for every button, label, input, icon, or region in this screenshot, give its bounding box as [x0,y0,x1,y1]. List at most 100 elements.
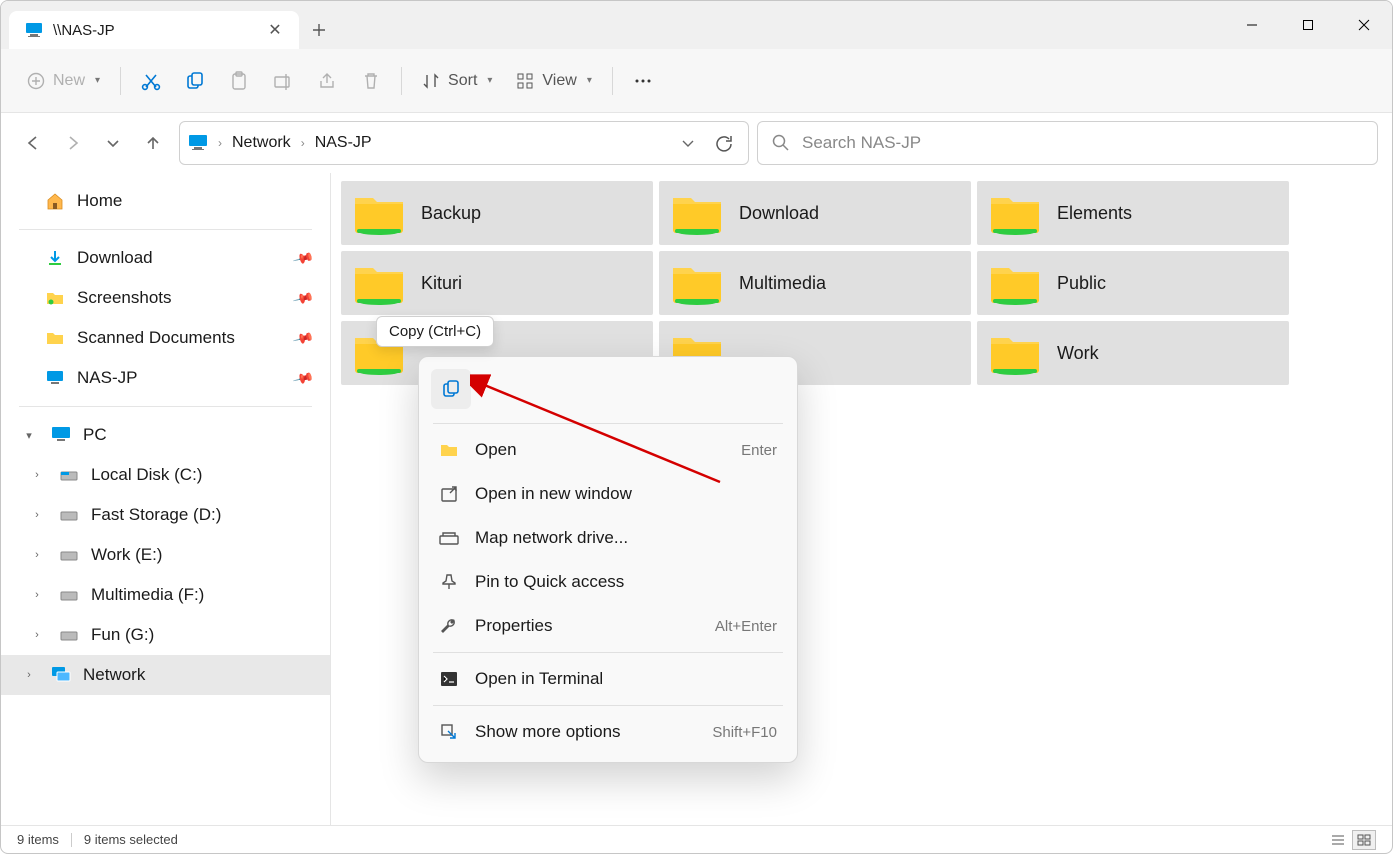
address-bar[interactable]: › Network › NAS-JP [179,121,749,165]
context-item-pin[interactable]: Pin to Quick access [425,560,791,604]
separator [433,705,783,706]
share-button[interactable] [307,61,347,101]
sidebar-item-nasjp[interactable]: NAS-JP 📌 [1,358,330,398]
status-bar: 9 items 9 items selected [1,825,1392,853]
up-button[interactable] [135,125,171,161]
minimize-button[interactable] [1224,1,1280,49]
monitor-icon [25,22,43,38]
chevron-down-icon: ▾ [95,75,100,86]
folder-item[interactable]: Download [659,181,971,245]
sidebar-item-drive-c[interactable]: › Local Disk (C:) [1,455,330,495]
sidebar-item-label: Home [77,191,122,211]
separator [433,423,783,424]
copy-button[interactable] [175,61,215,101]
sidebar-item-label: NAS-JP [77,368,137,388]
refresh-button[interactable] [708,127,740,159]
chevron-right-icon: › [27,549,47,561]
trash-icon [361,71,381,91]
chevron-right-icon: › [27,509,47,521]
search-input[interactable] [802,133,1363,153]
sort-icon [422,72,440,90]
delete-button[interactable] [351,61,391,101]
folder-grid: Backup Download Elements Kituri Multimedia Pu… [341,181,1382,385]
folder-item[interactable]: Kituri [341,251,653,315]
folder-item[interactable]: Work [977,321,1289,385]
sidebar-item-drive-g[interactable]: › Fun (G:) [1,615,330,655]
sidebar-item-screenshots[interactable]: Screenshots 📌 [1,278,330,318]
paste-button[interactable] [219,61,259,101]
map-drive-icon [439,528,459,548]
sidebar-item-label: PC [83,425,107,445]
pin-icon: 📌 [291,366,315,389]
sidebar-item-drive-e[interactable]: › Work (E:) [1,535,330,575]
breadcrumb-nasjp[interactable]: NAS-JP [315,134,372,152]
context-copy-button[interactable] [431,369,471,409]
monitor-icon [188,134,208,152]
context-item-properties[interactable]: Properties Alt+Enter [425,604,791,648]
context-item-open-new-window[interactable]: Open in new window [425,472,791,516]
new-button[interactable]: New ▾ [17,61,110,101]
sidebar-item-label: Work (E:) [91,545,162,565]
folder-icon [439,440,459,460]
sidebar-item-drive-f[interactable]: › Multimedia (F:) [1,575,330,615]
sidebar-item-label: Download [77,248,153,268]
pin-icon: 📌 [291,326,315,349]
chevron-right-icon: › [19,669,39,681]
folder-label: Public [1057,273,1106,294]
chevron-down-icon: ▾ [19,429,39,442]
sidebar-item-scanned[interactable]: Scanned Documents 📌 [1,318,330,358]
context-item-more[interactable]: Show more options Shift+F10 [425,710,791,754]
details-view-button[interactable] [1326,830,1350,850]
copy-tooltip: Copy (Ctrl+C) [376,316,494,347]
monitor-icon [51,425,71,445]
network-icon [51,665,71,685]
copy-icon [441,379,461,399]
tab-close-button[interactable]: ✕ [263,18,287,42]
icons-view-button[interactable] [1352,830,1376,850]
monitor-icon [45,368,65,388]
share-icon [317,71,337,91]
sidebar-item-label: Fun (G:) [91,625,154,645]
recent-button[interactable] [95,125,131,161]
folder-label: Multimedia [739,273,826,294]
sidebar-item-pc[interactable]: ▾ PC [1,415,330,455]
terminal-icon [439,669,459,689]
breadcrumb-network[interactable]: Network [232,134,291,152]
folder-item[interactable]: Elements [977,181,1289,245]
maximize-button[interactable] [1280,1,1336,49]
sidebar-item-home[interactable]: Home [1,181,330,221]
view-button[interactable]: View ▾ [506,61,601,101]
sidebar-item-network[interactable]: › Network [1,655,330,695]
forward-button[interactable] [55,125,91,161]
chevron-right-icon: › [27,469,47,481]
sidebar-item-download[interactable]: Download 📌 [1,238,330,278]
sidebar-item-label: Local Disk (C:) [91,465,202,485]
context-item-terminal[interactable]: Open in Terminal [425,657,791,701]
new-tab-button[interactable] [299,11,339,49]
context-item-map-drive[interactable]: Map network drive... [425,516,791,560]
folder-label: Download [739,203,819,224]
cut-button[interactable] [131,61,171,101]
tab-nasjp[interactable]: \\NAS-JP ✕ [9,11,299,49]
sidebar-item-label: Network [83,665,145,685]
back-button[interactable] [15,125,51,161]
separator [612,67,613,95]
sort-button[interactable]: Sort ▾ [412,61,502,101]
scissors-icon [141,71,161,91]
folder-item[interactable]: Backup [341,181,653,245]
chevron-right-icon: › [216,136,224,150]
drive-icon [59,465,79,485]
divider [19,229,312,230]
status-item-count: 9 items [17,832,59,847]
address-dropdown-button[interactable] [672,127,704,159]
drive-icon [59,625,79,645]
search-bar[interactable] [757,121,1378,165]
rename-button[interactable] [263,61,303,101]
sidebar-item-drive-d[interactable]: › Fast Storage (D:) [1,495,330,535]
folder-item[interactable]: Public [977,251,1289,315]
close-button[interactable] [1336,1,1392,49]
context-item-open[interactable]: Open Enter [425,428,791,472]
folder-item[interactable]: Multimedia [659,251,971,315]
more-button[interactable] [623,61,663,101]
status-selected-count: 9 items selected [84,832,178,847]
